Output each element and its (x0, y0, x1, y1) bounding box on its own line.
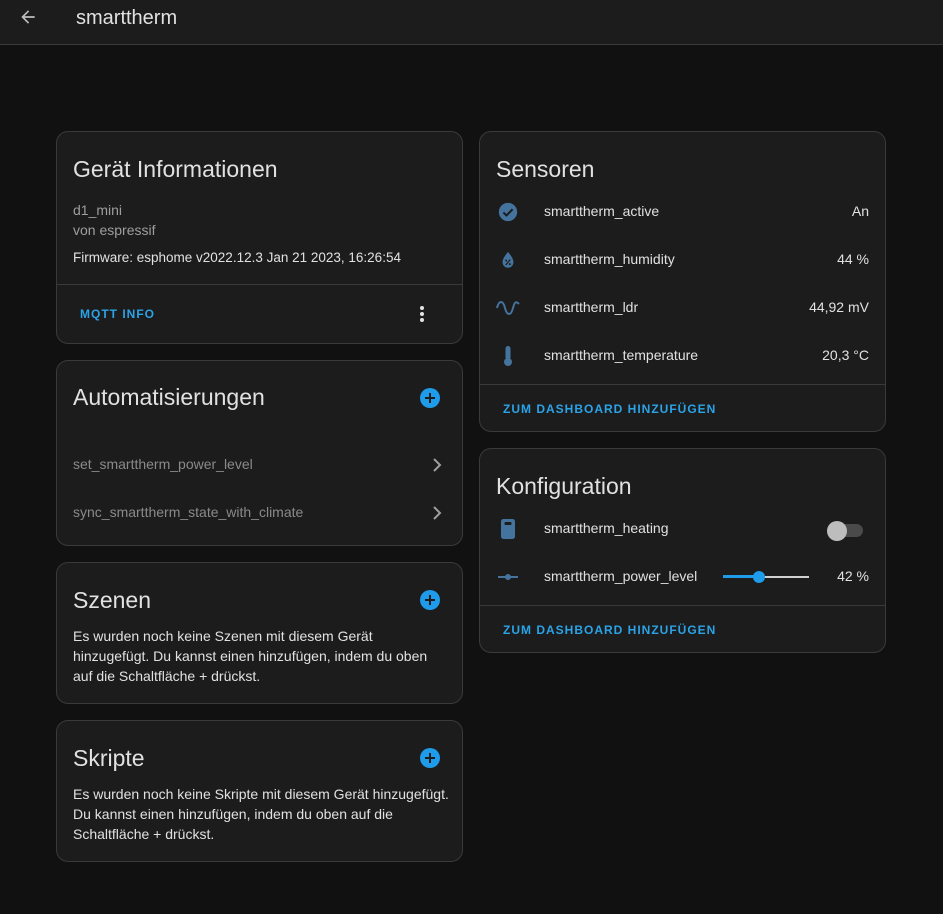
add-automation-button[interactable] (420, 388, 440, 408)
slider-icon (496, 565, 520, 589)
device-model: d1_mini (73, 202, 123, 218)
sensor-name: smarttherm_humidity (544, 251, 675, 267)
sine-wave-icon (496, 296, 520, 320)
config-add-to-dashboard-button[interactable]: ZUM DASHBOARD HINZUFÜGEN (503, 623, 716, 637)
scripts-empty-text: Es wurden noch keine Skripte mit diesem … (73, 786, 449, 842)
config-name: smarttherm_power_level (544, 568, 698, 584)
sensor-name: smarttherm_ldr (544, 299, 639, 315)
automations-card: Automatisierungen set_smarttherm_power_l… (56, 360, 463, 546)
scripts-card: Skripte Es wurden noch keine Skripte mit… (56, 720, 463, 862)
sensor-value: 44,92 mV (809, 299, 869, 315)
page-title: smarttherm (76, 7, 178, 29)
automation-item[interactable]: set_smarttherm_power_level (57, 441, 462, 489)
scenes-card: Szenen Es wurden noch keine Szenen mit d… (56, 562, 463, 704)
sensors-add-to-dashboard-button[interactable]: ZUM DASHBOARD HINZUFÜGEN (503, 402, 716, 416)
automation-item[interactable]: sync_smarttherm_state_with_climate (57, 489, 462, 537)
scripts-title: Skripte (73, 745, 145, 771)
device-info-card: Gerät Informationen d1_mini von espressi… (56, 131, 463, 344)
sensors-card: Sensoren smarttherm_active An smarttherm… (479, 131, 886, 432)
toggle-knob (827, 521, 847, 541)
card-divider (480, 605, 885, 606)
plus-icon (425, 393, 435, 403)
power-level-slider[interactable] (723, 568, 809, 586)
plus-icon (425, 595, 435, 605)
sensor-value: 44 % (837, 251, 869, 267)
config-name: smarttherm_heating (544, 520, 669, 536)
plus-icon (425, 753, 435, 763)
heating-toggle[interactable] (827, 521, 865, 541)
sensor-name: smarttherm_active (544, 203, 660, 219)
check-circle-icon (496, 200, 520, 224)
back-button[interactable] (16, 5, 40, 29)
sensor-row-humidity[interactable]: smarttherm_humidity 44 % (480, 236, 885, 284)
chevron-right-icon (433, 506, 442, 520)
sensor-value: An (851, 203, 869, 219)
config-row-heating[interactable]: smarttherm_heating (480, 505, 885, 553)
sensor-row-active[interactable]: smarttherm_active An (480, 188, 885, 236)
water-percent-icon (496, 248, 520, 272)
configuration-title: Konfiguration (496, 473, 632, 499)
scenes-title: Szenen (73, 587, 152, 613)
automation-label: sync_smarttherm_state_with_climate (73, 504, 304, 520)
sensors-title: Sensoren (496, 156, 595, 182)
mqtt-info-button[interactable]: MQTT INFO (80, 307, 155, 321)
config-row-power-level[interactable]: smarttherm_power_level 42 % (480, 553, 885, 601)
top-app-bar: smarttherm (0, 0, 943, 45)
slider-thumb[interactable] (753, 571, 766, 583)
chevron-right-icon (433, 458, 442, 472)
configuration-card: Konfiguration smarttherm_heating smartth… (479, 448, 886, 653)
sensor-row-ldr[interactable]: smarttherm_ldr 44,92 mV (480, 284, 885, 332)
arrow-left-icon (21, 10, 35, 24)
thermometer-icon (496, 344, 520, 368)
overflow-menu-button[interactable] (412, 304, 432, 324)
sensor-row-temperature[interactable]: smarttherm_temperature 20,3 °C (480, 332, 885, 380)
automation-label: set_smarttherm_power_level (73, 456, 253, 472)
automations-title: Automatisierungen (73, 384, 265, 410)
card-divider (57, 284, 462, 285)
dots-vertical-icon (420, 306, 424, 322)
add-script-button[interactable] (420, 748, 440, 768)
sensor-name: smarttherm_temperature (544, 347, 699, 363)
scenes-empty-text: Es wurden noch keine Szenen mit diesem G… (73, 628, 428, 684)
device-manufacturer: von espressif (73, 222, 156, 238)
device-info-title: Gerät Informationen (73, 156, 278, 182)
config-value: 42 % (837, 568, 869, 584)
device-firmware: Firmware: esphome v2022.12.3 Jan 21 2023… (73, 250, 401, 265)
card-divider (480, 384, 885, 385)
add-scene-button[interactable] (420, 590, 440, 610)
sensor-value: 20,3 °C (822, 347, 869, 363)
thermostat-box-icon (496, 517, 520, 541)
